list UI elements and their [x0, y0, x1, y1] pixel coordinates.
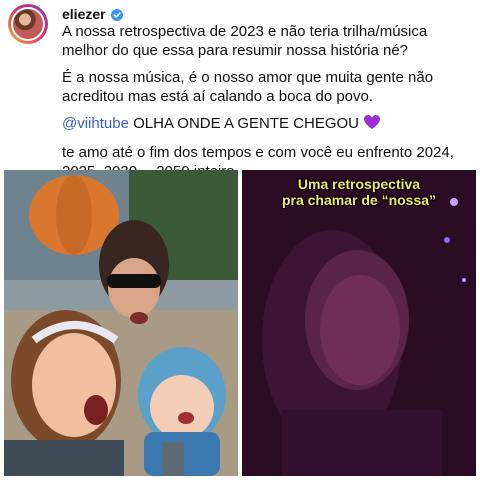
- overlay-line-2: pra chamar de “nossa”: [281, 192, 437, 208]
- caption-paragraph-2: É a nossa música, é o nosso amor que mui…: [62, 69, 434, 105]
- avatar[interactable]: [8, 4, 48, 44]
- purple-heart-icon: [363, 114, 381, 135]
- caption-paragraph-3-text: OLHA ONDE A GENTE CHEGOU: [128, 115, 359, 132]
- avatar-image: [11, 7, 45, 41]
- username[interactable]: eliezer: [62, 6, 106, 22]
- verified-badge-icon: [110, 8, 123, 21]
- photo-illustration: [4, 170, 238, 476]
- video-frame-illustration: [242, 170, 476, 476]
- overlay-line-1: Uma retrospectiva: [297, 176, 421, 192]
- post-caption: A nossa retrospectiva de 2023 e não teri…: [62, 22, 472, 189]
- post-header: [8, 4, 48, 46]
- media-photo-left[interactable]: [4, 170, 238, 476]
- mention-link[interactable]: @viihtube: [62, 115, 129, 132]
- username-row[interactable]: eliezer: [62, 6, 123, 22]
- caption-paragraph-3: @viihtube OLHA ONDE A GENTE CHEGOU: [62, 114, 472, 135]
- caption-paragraph-1: A nossa retrospectiva de 2023 e não teri…: [62, 23, 428, 59]
- video-overlay-caption: Uma retrospectiva pra chamar de “nossa”: [242, 176, 476, 208]
- media-video-right[interactable]: Uma retrospectiva pra chamar de “nossa”: [242, 170, 476, 476]
